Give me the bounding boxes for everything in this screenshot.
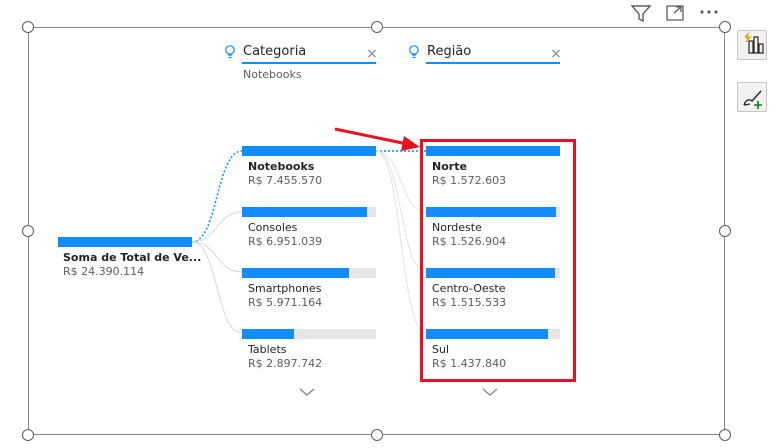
- root-bar[interactable]: [58, 237, 192, 247]
- category-label: Consoles: [248, 221, 298, 234]
- category-bar[interactable]: [242, 146, 376, 156]
- category-value: R$ 5.971.164: [248, 296, 323, 309]
- category-bar[interactable]: [242, 268, 349, 278]
- chevron-down-icon[interactable]: [298, 386, 316, 398]
- chevron-down-icon[interactable]: [481, 386, 499, 398]
- highlight-box: [420, 139, 576, 382]
- tree-connectors: [191, 127, 427, 334]
- root-label: Soma de Total de Ve...: [63, 251, 202, 264]
- root-value: R$ 24.390.114: [63, 265, 145, 278]
- category-label: Tablets: [248, 343, 287, 356]
- category-bar[interactable]: [242, 207, 367, 217]
- category-label: Smartphones: [248, 282, 322, 295]
- category-value: R$ 2.897.742: [248, 357, 323, 370]
- category-value: R$ 6.951.039: [248, 235, 323, 248]
- category-value: R$ 7.455.570: [248, 174, 323, 187]
- category-bar[interactable]: [242, 329, 294, 339]
- category-label: Notebooks: [248, 160, 315, 173]
